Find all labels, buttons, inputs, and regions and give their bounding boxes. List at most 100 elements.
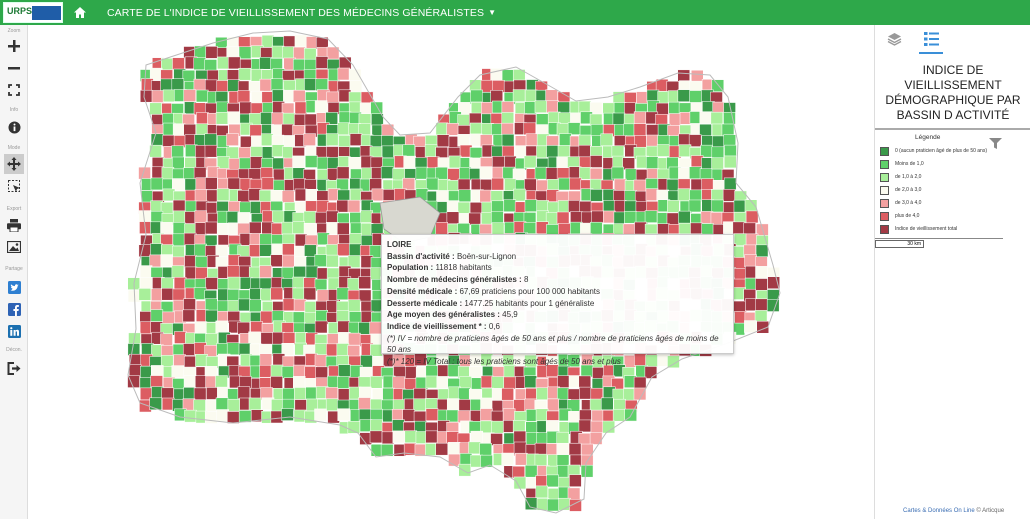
map-zone[interactable] — [590, 189, 603, 202]
map-zone[interactable] — [172, 123, 186, 136]
map-zone[interactable] — [501, 387, 514, 401]
map-zone[interactable] — [446, 409, 460, 423]
map-zone[interactable] — [690, 178, 704, 192]
map-zone[interactable] — [358, 397, 371, 410]
map-zone[interactable] — [559, 133, 572, 146]
map-zone[interactable] — [172, 245, 185, 259]
map-zone[interactable] — [370, 101, 383, 115]
map-zone[interactable] — [501, 452, 514, 466]
map-zone[interactable] — [435, 442, 449, 456]
map-zone[interactable] — [491, 420, 504, 434]
map-zone[interactable] — [556, 156, 569, 170]
map-zone[interactable] — [513, 399, 526, 412]
map-zone[interactable] — [294, 113, 307, 127]
map-zone[interactable] — [525, 388, 538, 401]
map-zone[interactable] — [237, 190, 250, 203]
map-zone[interactable] — [546, 498, 560, 512]
map-zone[interactable] — [293, 89, 306, 103]
map-zone[interactable] — [402, 144, 416, 157]
map-zone[interactable] — [745, 210, 759, 224]
map-zone[interactable] — [215, 91, 229, 104]
map-zone[interactable] — [490, 433, 503, 446]
map-zone[interactable] — [545, 420, 559, 433]
map-zone[interactable] — [480, 375, 494, 389]
map-zone[interactable] — [162, 311, 175, 325]
map-zone[interactable] — [293, 298, 307, 312]
map-zone[interactable] — [281, 190, 295, 203]
map-zone[interactable] — [150, 309, 164, 322]
map-zone[interactable] — [294, 233, 308, 247]
map-zone[interactable] — [226, 46, 239, 59]
map-zone[interactable] — [182, 309, 196, 323]
map-zone[interactable] — [259, 364, 272, 378]
map-zone[interactable] — [239, 201, 252, 215]
map-zone[interactable] — [316, 200, 330, 213]
map-zone[interactable] — [349, 212, 363, 225]
map-zone[interactable] — [314, 100, 328, 113]
map-zone[interactable] — [326, 146, 339, 159]
map-zone[interactable] — [525, 421, 538, 435]
map-zone[interactable] — [194, 321, 208, 334]
map-zone[interactable] — [238, 46, 252, 60]
map-zone[interactable] — [370, 408, 383, 422]
map-zone[interactable] — [349, 133, 363, 146]
map-zone[interactable] — [415, 166, 429, 180]
map-zone[interactable] — [227, 177, 241, 191]
map-zone[interactable] — [282, 112, 296, 126]
map-zone[interactable] — [183, 167, 196, 180]
map-zone[interactable] — [139, 321, 153, 334]
map-zone[interactable] — [347, 345, 361, 358]
home-icon[interactable] — [73, 6, 89, 20]
map-zone[interactable] — [281, 366, 295, 379]
map-zone[interactable] — [250, 156, 263, 169]
map-zone[interactable] — [645, 156, 659, 169]
map-zone[interactable] — [205, 277, 218, 290]
map-zone[interactable] — [578, 144, 592, 158]
map-zone[interactable] — [237, 321, 250, 335]
map-zone[interactable] — [535, 485, 548, 499]
map-zone[interactable] — [150, 210, 164, 224]
map-zone[interactable] — [259, 233, 272, 247]
map-zone[interactable] — [578, 100, 592, 114]
map-zone[interactable] — [337, 320, 351, 334]
map-zone[interactable] — [501, 122, 514, 136]
map-zone[interactable] — [624, 168, 638, 182]
map-zone[interactable] — [315, 211, 328, 225]
map-zone[interactable] — [349, 233, 362, 246]
map-zone[interactable] — [314, 320, 328, 334]
map-zone[interactable] — [127, 343, 141, 356]
map-zone[interactable] — [314, 254, 328, 267]
map-zone[interactable] — [733, 268, 747, 281]
map-zone[interactable] — [457, 178, 471, 192]
map-zone[interactable] — [446, 398, 460, 411]
map-zone[interactable] — [755, 298, 768, 312]
map-zone[interactable] — [556, 454, 570, 467]
map-zone[interactable] — [183, 387, 196, 400]
map-zone[interactable] — [193, 78, 207, 92]
map-zone[interactable] — [579, 167, 592, 180]
map-zone[interactable] — [360, 210, 373, 223]
map-zone[interactable] — [336, 343, 350, 356]
logout-icon[interactable] — [4, 358, 24, 378]
map-zone[interactable] — [293, 266, 306, 279]
map-zone[interactable] — [217, 223, 230, 236]
map-zone[interactable] — [248, 331, 261, 345]
map-zone[interactable] — [215, 375, 228, 388]
map-zone[interactable] — [392, 376, 406, 389]
map-zone[interactable] — [283, 135, 296, 148]
map-zone[interactable] — [358, 321, 371, 335]
map-zone[interactable] — [205, 202, 219, 215]
map-zone[interactable] — [513, 476, 527, 490]
map-zone[interactable] — [613, 200, 627, 213]
map-zone[interactable] — [556, 211, 570, 225]
map-zone[interactable] — [248, 188, 262, 201]
map-zone[interactable] — [160, 78, 173, 92]
map-zone[interactable] — [347, 255, 361, 268]
map-zone[interactable] — [292, 58, 306, 72]
map-zone[interactable] — [512, 420, 526, 433]
map-zone[interactable] — [710, 111, 724, 125]
map-zone[interactable] — [294, 101, 308, 115]
map-zone[interactable] — [755, 266, 768, 279]
map-zone[interactable] — [413, 387, 427, 401]
map-zone[interactable] — [303, 287, 317, 301]
